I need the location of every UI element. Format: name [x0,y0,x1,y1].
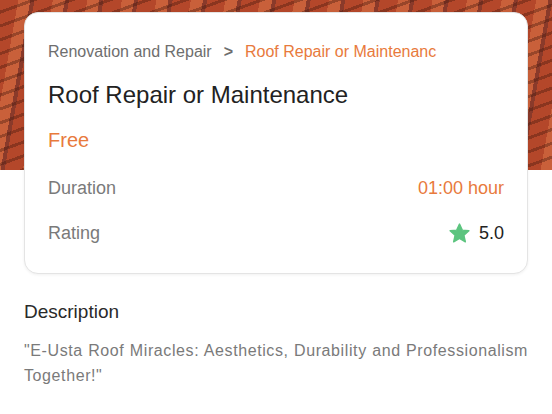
breadcrumb-current: Roof Repair or Maintenanc [245,41,436,63]
rating-value: 5.0 [448,222,504,245]
service-price: Free [48,126,504,154]
star-icon [448,222,471,245]
service-detail-page: Renovation and Repair > Roof Repair or Mai… [0,0,552,414]
breadcrumb: Renovation and Repair > Roof Repair or Mai… [48,41,504,63]
breadcrumb-parent[interactable]: Renovation and Repair [48,41,212,63]
service-card: Renovation and Repair > Roof Repair or Mai… [24,12,528,274]
detail-value: 01:00 hour [418,178,504,199]
description-section: Description "E-Usta Roof Miracles: Aesthe… [0,274,552,388]
detail-row: Rating 5.0 [48,220,504,246]
detail-row: Duration 01:00 hour [48,175,504,201]
description-heading: Description [24,300,528,324]
detail-label: Duration [48,178,116,199]
description-text: "E-Usta Roof Miracles: Aesthetics, Durab… [24,338,528,388]
detail-label: Rating [48,223,100,244]
breadcrumb-separator: > [224,41,233,63]
rating-text: 5.0 [479,223,504,244]
service-title: Roof Repair or Maintenance [48,79,504,111]
